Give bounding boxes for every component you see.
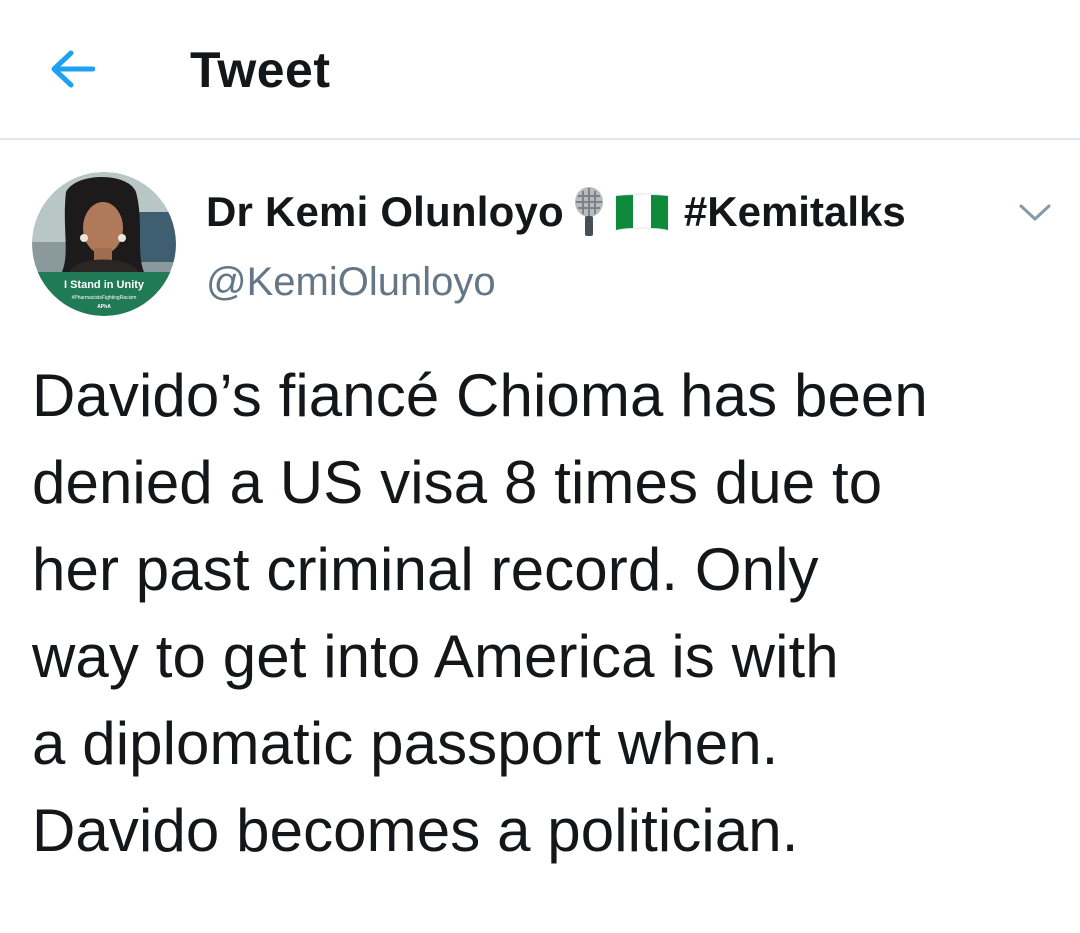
back-button[interactable] <box>44 44 100 94</box>
arrow-left-icon <box>51 50 95 88</box>
page-title: Tweet <box>190 42 331 98</box>
author-handle[interactable]: @KemiOlunloyo <box>206 254 496 310</box>
tweet-text-line: denied a US visa 8 times due to <box>32 449 883 516</box>
tweet-text-line: her past criminal record. Only <box>32 536 819 603</box>
avatar[interactable]: I Stand in Unity #PharmacistsFightingRac… <box>32 172 176 316</box>
author-name-hashtag: #Kemitalks <box>683 188 906 235</box>
microphone-emoji <box>572 186 606 238</box>
author-name-row[interactable]: Dr Kemi Olunloyo #Kemitalks <box>206 184 906 240</box>
avatar-badge-hashtag: #PharmacistsFightingRacism <box>72 295 137 301</box>
tweet-text-line: way to get into America is with <box>32 623 839 690</box>
tweet-options-button[interactable] <box>1012 196 1058 230</box>
tweet-text-line: Davido’s fiancé Chioma has been <box>32 362 928 429</box>
author-display-name: Dr Kemi Olunloyo <box>206 188 564 235</box>
avatar-badge-logo: APhA <box>97 304 111 310</box>
avatar-badge-title: I Stand in Unity <box>64 279 145 291</box>
chevron-down-icon <box>1019 204 1051 221</box>
tweet-text-line: Davido becomes a politician. <box>32 797 799 864</box>
top-app-bar: Tweet <box>0 0 1080 140</box>
nigeria-flag-emoji <box>614 190 670 234</box>
tweet-text: Davido’s fiancé Chioma has been denied a… <box>32 352 1062 874</box>
tweet-text-line: a diplomatic passport when. <box>32 710 779 777</box>
